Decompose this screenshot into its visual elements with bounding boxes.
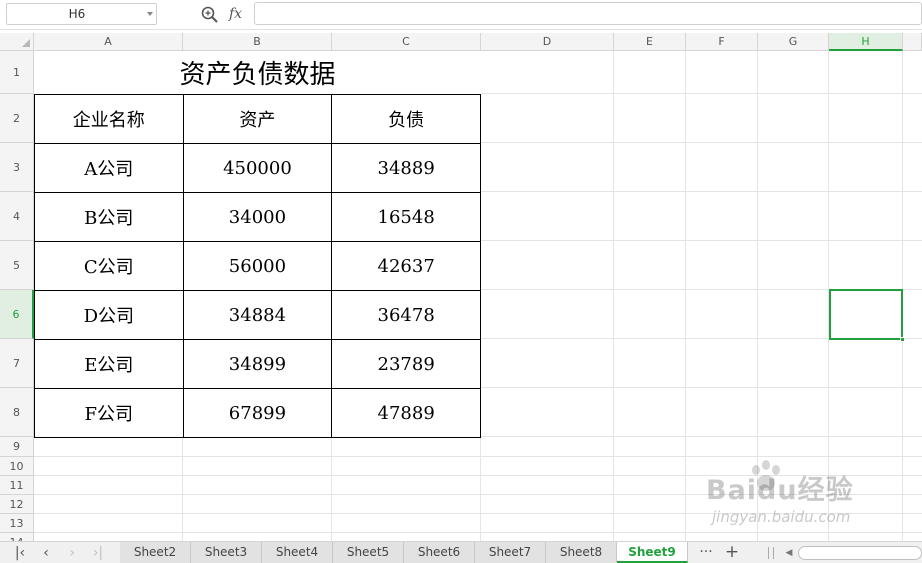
sheet-tab-sheet7[interactable]: Sheet7 — [475, 542, 546, 563]
select-all-icon — [22, 39, 30, 47]
name-box-value[interactable]: H6 — [7, 4, 147, 24]
active-cell-selection[interactable] — [829, 289, 905, 342]
column-header-g[interactable]: G — [758, 33, 829, 51]
scroll-splitter[interactable] — [768, 547, 774, 559]
sheet-tab-bar: |‹ ‹ › ›| Sheet2 Sheet3 Sheet4 Sheet5 Sheet6… — [0, 541, 922, 563]
table-row: F公司 67899 47889 — [34, 388, 481, 438]
liabilities-cell[interactable]: 47889 — [331, 388, 481, 438]
horizontal-scrollbar[interactable] — [798, 546, 922, 560]
name-box-dropdown-icon[interactable] — [147, 12, 153, 16]
assets-cell[interactable]: 34884 — [182, 290, 333, 340]
assets-cell[interactable]: 67899 — [182, 388, 333, 438]
row-header-1[interactable]: 1 — [0, 51, 34, 94]
table-row: D公司 34884 36478 — [34, 290, 481, 340]
header-cell-liabilities[interactable]: 负债 — [331, 94, 481, 144]
sheet-tab-sheet6[interactable]: Sheet6 — [404, 542, 475, 563]
liabilities-cell[interactable]: 34889 — [331, 143, 481, 193]
company-cell[interactable]: F公司 — [34, 388, 184, 438]
assets-cell[interactable]: 34899 — [182, 339, 333, 389]
row-header-5[interactable]: 5 — [0, 241, 34, 290]
row-header-2[interactable]: 2 — [0, 94, 34, 143]
sheet-tab-sheet3[interactable]: Sheet3 — [191, 542, 262, 563]
fill-handle[interactable] — [900, 337, 905, 342]
table-row: E公司 34899 23789 — [34, 339, 481, 389]
name-box[interactable]: H6 — [6, 3, 157, 25]
liabilities-cell[interactable]: 36478 — [331, 290, 481, 340]
more-sheets-icon[interactable]: ··· — [696, 542, 716, 563]
table-row: A公司 450000 34889 — [34, 143, 481, 193]
assets-cell[interactable]: 34000 — [182, 192, 333, 242]
company-cell[interactable]: D公司 — [34, 290, 184, 340]
header-cell-assets[interactable]: 资产 — [182, 94, 333, 144]
fx-icon[interactable]: fx — [229, 4, 249, 24]
column-gridline — [613, 51, 614, 541]
assets-cell[interactable]: 450000 — [182, 143, 333, 193]
next-sheet-icon[interactable]: › — [62, 544, 82, 562]
row-header-3[interactable]: 3 — [0, 143, 34, 192]
table-header-row: 企业名称 资产 负债 — [34, 94, 481, 144]
table-row: C公司 56000 42637 — [34, 241, 481, 291]
table-title[interactable]: 资产负债数据 — [34, 51, 481, 94]
row-header-12[interactable]: 12 — [0, 495, 34, 514]
table-row: B公司 34000 16548 — [34, 192, 481, 242]
column-header-a[interactable]: A — [34, 33, 183, 51]
header-cell-company[interactable]: 企业名称 — [34, 94, 184, 144]
sheet-tab-sheet9[interactable]: Sheet9 — [617, 542, 688, 563]
baidu-jingyan-watermark: Baidu经验 jingyan.baidu.com — [696, 460, 882, 540]
row-header-10[interactable]: 10 — [0, 457, 34, 476]
row-gridline — [34, 456, 922, 457]
sheet-tab-sheet8[interactable]: Sheet8 — [546, 542, 617, 563]
add-sheet-icon[interactable]: + — [722, 542, 742, 563]
company-cell[interactable]: A公司 — [34, 143, 184, 193]
column-header-d[interactable]: D — [481, 33, 614, 51]
prev-sheet-icon[interactable]: ‹ — [36, 544, 56, 562]
row-header-8[interactable]: 8 — [0, 388, 34, 437]
company-cell[interactable]: C公司 — [34, 241, 184, 291]
select-all-corner[interactable] — [0, 33, 34, 51]
watermark-brand-text: Baidu经验 — [706, 475, 854, 506]
column-header-h[interactable]: H — [829, 33, 903, 51]
row-header-4[interactable]: 4 — [0, 192, 34, 241]
sheet-tab-sheet2[interactable]: Sheet2 — [120, 542, 191, 563]
row-header-13[interactable]: 13 — [0, 514, 34, 533]
liabilities-cell[interactable]: 16548 — [331, 192, 481, 242]
liabilities-cell[interactable]: 23789 — [331, 339, 481, 389]
zoom-formula-icon[interactable] — [200, 5, 220, 25]
sheet-tab-sheet4[interactable]: Sheet4 — [262, 542, 333, 563]
first-sheet-icon[interactable]: |‹ — [10, 544, 30, 562]
column-header-f[interactable]: F — [686, 33, 758, 51]
row-header-9[interactable]: 9 — [0, 437, 34, 457]
row-header-7[interactable]: 7 — [0, 339, 34, 388]
company-cell[interactable]: E公司 — [34, 339, 184, 389]
assets-cell[interactable]: 56000 — [182, 241, 333, 291]
column-header-c[interactable]: C — [332, 33, 481, 51]
data-table: 企业名称 资产 负债 A公司 450000 34889 B公司 34000 16… — [34, 94, 481, 438]
formula-input[interactable] — [254, 2, 922, 25]
sheet-tab-sheet5[interactable]: Sheet5 — [333, 542, 404, 563]
row-header-6[interactable]: 6 — [0, 290, 34, 339]
company-cell[interactable]: B公司 — [34, 192, 184, 242]
column-header-filler — [903, 33, 922, 51]
column-header-b[interactable]: B — [183, 33, 332, 51]
row-header-14[interactable]: 14 — [0, 533, 34, 541]
scroll-left-icon[interactable]: ◀ — [782, 544, 796, 562]
column-header-e[interactable]: E — [614, 33, 686, 51]
column-gridline — [685, 51, 686, 541]
formula-bar: H6 fx — [0, 0, 922, 30]
row-header-11[interactable]: 11 — [0, 476, 34, 495]
liabilities-cell[interactable]: 42637 — [331, 241, 481, 291]
watermark-url-text: jingyan.baidu.com — [712, 508, 851, 526]
last-sheet-icon[interactable]: ›| — [88, 544, 108, 562]
